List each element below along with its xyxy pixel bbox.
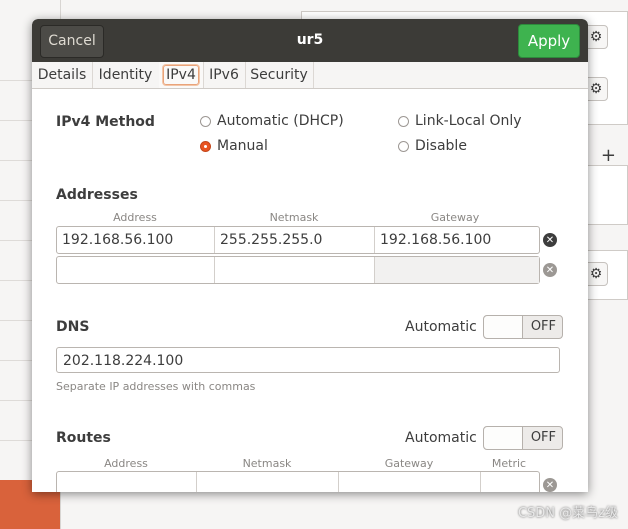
radio-indicator — [200, 115, 211, 127]
radio-link-local-only[interactable]: Link-Local Only — [398, 113, 522, 129]
radio-disable[interactable]: Disable — [398, 138, 467, 154]
column-header-metric: Metric — [491, 457, 527, 470]
radio-manual[interactable]: Manual — [200, 138, 268, 154]
radio-indicator — [398, 115, 409, 127]
toggle-state: OFF — [530, 430, 556, 445]
radio-automatic-dhcp[interactable]: Automatic (DHCP) — [200, 113, 344, 129]
toggle-state: OFF — [530, 319, 556, 334]
routes-automatic-label: Automatic — [405, 430, 477, 446]
watermark: CSDN @菜鸟z级 — [517, 506, 618, 521]
routes-label: Routes — [56, 430, 111, 446]
dns-input[interactable]: 202.118.224.100 — [56, 347, 560, 373]
address-row — [56, 256, 540, 284]
column-header-gateway: Gateway — [384, 457, 434, 470]
netmask-input[interactable] — [215, 257, 375, 283]
address-row: 192.168.56.100 255.255.255.0 192.168.56.… — [56, 226, 540, 254]
dialog-titlebar: ur5 Cancel Apply — [32, 19, 588, 62]
tab-ipv4[interactable]: IPv4 — [159, 62, 204, 88]
network-settings-dialog: ur5 Cancel Apply Details Identity IPv4 I… — [32, 19, 588, 492]
ipv4-method-label: IPv4 Method — [56, 114, 155, 130]
tab-security[interactable]: Security — [245, 62, 314, 88]
routes-automatic-toggle[interactable]: OFF — [483, 426, 563, 450]
address-input[interactable]: 192.168.56.100 — [57, 227, 215, 253]
toggle-knob — [484, 316, 523, 338]
route-gateway-input[interactable] — [339, 472, 481, 492]
toggle-knob — [484, 427, 523, 449]
route-address-input[interactable] — [57, 472, 197, 492]
tab-details[interactable]: Details — [32, 62, 93, 88]
apply-button[interactable]: Apply — [518, 24, 580, 58]
dialog-title: ur5 — [296, 32, 324, 48]
column-header-address: Address — [113, 211, 157, 224]
address-input[interactable] — [57, 257, 215, 283]
dns-automatic-label: Automatic — [405, 319, 477, 335]
column-header-netmask: Netmask — [242, 457, 292, 470]
delete-address-icon[interactable]: ✕ — [543, 263, 557, 277]
dns-automatic-toggle[interactable]: OFF — [483, 315, 563, 339]
route-netmask-input[interactable] — [197, 472, 339, 492]
addresses-label: Addresses — [56, 187, 138, 203]
gateway-input[interactable] — [375, 257, 539, 283]
route-metric-input[interactable] — [481, 472, 539, 492]
delete-address-icon[interactable]: ✕ — [543, 233, 557, 247]
column-header-netmask: Netmask — [269, 211, 319, 224]
delete-route-icon[interactable]: ✕ — [543, 478, 557, 492]
radio-indicator — [398, 140, 409, 152]
netmask-input[interactable]: 255.255.255.0 — [215, 227, 375, 253]
route-row — [56, 471, 540, 492]
gateway-input[interactable]: 192.168.56.100 — [375, 227, 539, 253]
dns-hint: Separate IP addresses with commas — [56, 380, 256, 393]
column-header-address: Address — [104, 457, 148, 470]
tab-bar: Details Identity IPv4 IPv6 Security — [32, 62, 588, 89]
cancel-button[interactable]: Cancel — [40, 25, 104, 58]
plus-icon[interactable]: + — [601, 145, 616, 166]
ipv4-settings-panel: IPv4 Method Automatic (DHCP) Link-Local … — [32, 89, 588, 492]
tab-identity[interactable]: Identity — [92, 62, 160, 88]
tab-ipv6[interactable]: IPv6 — [203, 62, 246, 88]
column-header-gateway: Gateway — [430, 211, 480, 224]
dns-label: DNS — [56, 319, 90, 335]
radio-indicator-selected — [200, 140, 211, 152]
